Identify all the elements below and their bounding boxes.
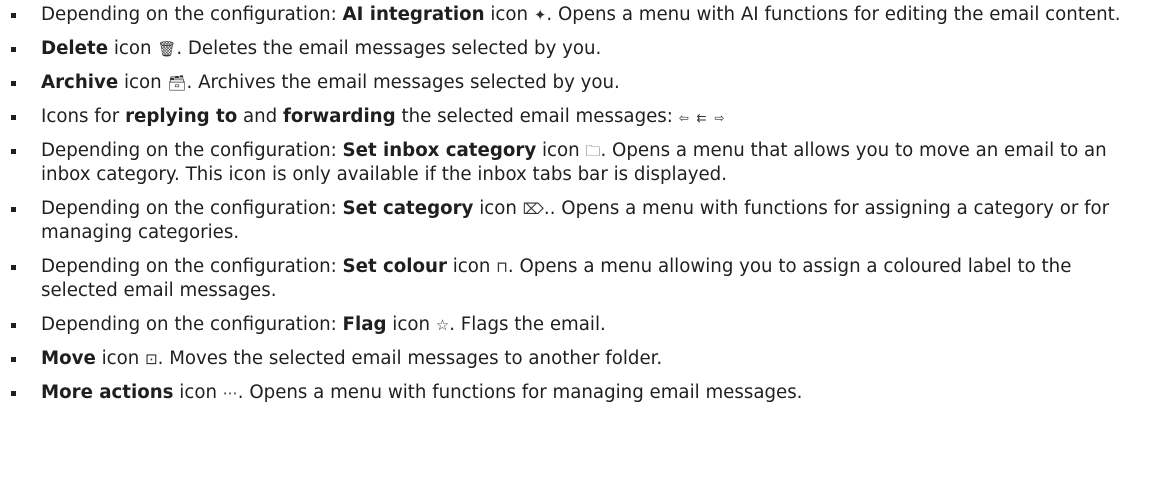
item-text: icon — [484, 4, 534, 25]
item-text: icon — [173, 382, 223, 403]
item-text: Icons for — [41, 106, 126, 127]
more-icon: ⋯ — [222, 384, 238, 402]
item-text: . Archives the email messages selected b… — [186, 72, 620, 93]
list-item-set-colour: Depending on the configuration: Set colo… — [0, 255, 1154, 303]
item-text: Depending on the configuration: — [41, 314, 343, 335]
item-text: icon — [95, 348, 146, 369]
item-bold-term: Archive — [41, 72, 119, 93]
item-bold-term: Set colour — [342, 256, 447, 277]
item-text: icon — [108, 38, 158, 59]
item-bold-term: Flag — [342, 314, 387, 335]
move-folder-icon: ⊡ — [145, 350, 158, 368]
archive-icon: 🗃 — [167, 74, 187, 92]
bullet-marker — [11, 149, 16, 154]
bullet-marker — [11, 323, 16, 328]
reply-replyall-forward-icons: ⇦ ⇇ ⇨ — [678, 111, 727, 125]
bullet-marker — [11, 207, 16, 212]
item-bold-term: forwarding — [283, 106, 396, 127]
item-text: icon — [386, 314, 436, 335]
bullet-marker — [11, 115, 16, 120]
document: Depending on the configuration: AI integ… — [0, 0, 1154, 479]
list-item-more-actions: More actions icon ⋯. Opens a menu with f… — [0, 381, 1154, 405]
list-item-ai-integration: Depending on the configuration: AI integ… — [0, 3, 1154, 27]
item-bold-term: More actions — [41, 382, 174, 403]
item-bold-term: AI integration — [342, 4, 485, 25]
bullet-marker — [11, 391, 16, 396]
item-bold-term: Set category — [342, 198, 474, 219]
item-text: . Opens a menu with functions for managi… — [237, 382, 803, 403]
bullet-marker — [11, 265, 16, 270]
item-text: icon — [118, 72, 168, 93]
item-text: Depending on the configuration: — [41, 4, 343, 25]
bullet-marker — [11, 47, 16, 52]
item-text: the selected email messages: — [395, 106, 679, 127]
item-text: . Deletes the email messages selected by… — [176, 38, 602, 59]
item-text: . Moves the selected email messages to a… — [157, 348, 663, 369]
bookmark-icon: ⊓ — [496, 258, 508, 276]
bullet-marker — [11, 357, 16, 362]
folder-icon: 🗀 — [585, 142, 601, 160]
item-text: Depending on the configuration: — [41, 198, 343, 219]
item-text: icon — [473, 198, 523, 219]
trash-icon: 🗑 — [157, 40, 177, 58]
list-item-archive: Archive icon 🗃. Archives the email messa… — [0, 71, 1154, 95]
item-text: Depending on the configuration: — [41, 140, 343, 161]
item-text: Depending on the configuration: — [41, 256, 343, 277]
item-bold-term: Move — [41, 348, 96, 369]
item-text: icon — [536, 140, 586, 161]
list-item-flag: Depending on the configuration: Flag ico… — [0, 313, 1154, 337]
item-bold-term: replying to — [125, 106, 238, 127]
item-bold-term: Delete — [41, 38, 109, 59]
list-item-move: Move icon ⊡. Moves the selected email me… — [0, 347, 1154, 371]
icon-description-list: Depending on the configuration: AI integ… — [0, 3, 1154, 415]
item-text: . Opens a menu with AI functions for edi… — [546, 4, 1121, 25]
item-text: and — [237, 106, 283, 127]
list-item-delete: Delete icon 🗑. Deletes the email message… — [0, 37, 1154, 61]
list-item-set-inbox-category: Depending on the configuration: Set inbo… — [0, 139, 1154, 187]
bullet-marker — [11, 81, 16, 86]
item-text: . Flags the email. — [449, 314, 606, 335]
item-text: icon — [446, 256, 497, 277]
list-item-set-category: Depending on the configuration: Set cate… — [0, 197, 1154, 245]
tag-icon: ⌦ — [522, 200, 544, 218]
bullet-marker — [11, 13, 16, 18]
list-item-reply-forward: Icons for replying to and forwarding the… — [0, 105, 1154, 129]
ai-sparkle-icon: ✦ — [533, 6, 547, 24]
star-icon: ☆ — [435, 316, 450, 334]
item-bold-term: Set inbox category — [342, 140, 537, 161]
